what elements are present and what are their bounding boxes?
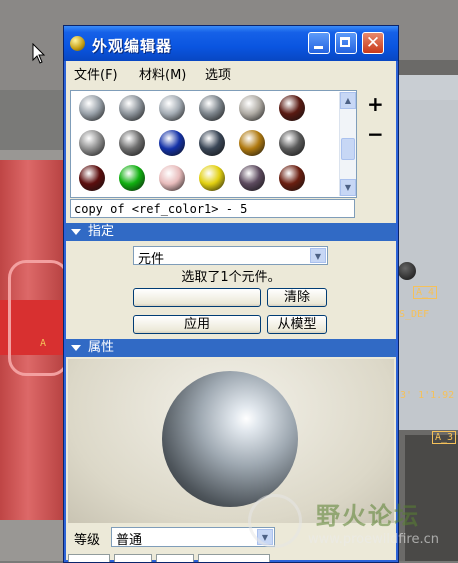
cad-label-a4: A_4 — [413, 286, 438, 299]
assign-section-header[interactable]: 指定 — [66, 223, 396, 241]
collapse-triangle-icon — [71, 345, 81, 351]
menu-bar: 文件(F) 材料(M) 选项 — [68, 62, 394, 84]
appearance-swatch[interactable] — [159, 95, 185, 121]
app-icon — [70, 36, 85, 51]
mouse-cursor-icon — [32, 43, 46, 64]
grade-value: 普通 — [116, 533, 143, 548]
watermark-brand: 野火论坛 — [316, 502, 420, 530]
appearance-swatch[interactable] — [79, 165, 105, 191]
appearance-swatch[interactable] — [119, 165, 145, 191]
close-button[interactable]: ✕ — [362, 32, 384, 54]
watermark-logo-icon — [248, 494, 302, 548]
scroll-thumb[interactable] — [341, 138, 355, 160]
cad-dim-1: 3' 1'1.92 — [400, 390, 455, 401]
properties-section-title: 属性 — [88, 340, 115, 355]
cad-label-a: A — [40, 338, 47, 349]
chevron-down-icon[interactable]: ▼ — [310, 248, 326, 263]
maximize-button[interactable] — [335, 32, 357, 54]
from-model-button[interactable]: 从模型 — [267, 315, 327, 334]
remove-appearance-button[interactable]: − — [367, 122, 384, 146]
title-bar[interactable]: 外观编辑器 ✕ — [64, 26, 398, 61]
preview-sphere — [162, 371, 298, 507]
appearance-palette: ▲ ▼ — [70, 90, 357, 198]
watermark-url: www.proewildfire.cn — [308, 532, 439, 547]
model-top-face — [397, 75, 458, 100]
menu-file[interactable]: 文件(F) — [74, 64, 118, 83]
datum-point[interactable] — [398, 262, 416, 280]
appearance-swatch[interactable] — [159, 130, 185, 156]
menu-material[interactable]: 材料(M) — [139, 64, 186, 83]
maximize-icon — [340, 37, 350, 47]
part-edge-outline — [8, 260, 69, 376]
add-appearance-button[interactable]: + — [367, 92, 384, 116]
appearance-swatch[interactable] — [199, 165, 225, 191]
clear-button[interactable]: 清除 — [267, 288, 327, 307]
appearance-swatch[interactable] — [279, 95, 305, 121]
collapse-triangle-icon — [71, 229, 81, 235]
assign-section-title: 指定 — [88, 224, 115, 239]
appearance-editor-dialog: 外观编辑器 ✕ 文件(F) 材料(M) 选项 ▲ ▼ + − copy of <… — [63, 25, 399, 563]
appearance-swatch[interactable] — [239, 165, 265, 191]
scroll-up-icon[interactable]: ▲ — [340, 92, 356, 109]
menu-options[interactable]: 选项 — [205, 64, 231, 83]
assign-scope-select[interactable]: 元件 ▼ — [133, 246, 328, 267]
grade-label: 等级 — [74, 533, 101, 548]
minimize-button[interactable] — [308, 32, 330, 54]
palette-scrollbar[interactable]: ▲ ▼ — [339, 92, 356, 196]
appearance-swatch[interactable] — [119, 95, 145, 121]
cad-label-def: S_DEF — [399, 309, 430, 320]
appearance-swatch[interactable] — [239, 130, 265, 156]
apply-button[interactable]: 应用 — [133, 315, 261, 334]
appearance-swatch[interactable] — [279, 165, 305, 191]
close-icon: ✕ — [365, 33, 381, 53]
appearance-swatch[interactable] — [239, 95, 265, 121]
appearance-swatch[interactable] — [199, 130, 225, 156]
watermark: 野火论坛 www.proewildfire.cn — [248, 492, 458, 561]
appearance-swatch[interactable] — [79, 130, 105, 156]
appearance-swatch[interactable] — [79, 95, 105, 121]
appearance-swatch[interactable] — [199, 95, 225, 121]
appearance-swatch[interactable] — [119, 130, 145, 156]
selection-status: 选取了1个元件。 — [181, 270, 281, 285]
pick-button[interactable] — [133, 288, 261, 307]
minimize-icon — [314, 46, 323, 49]
assign-scope-value: 元件 — [138, 252, 165, 267]
appearance-swatch[interactable] — [279, 130, 305, 156]
window-title: 外观编辑器 — [92, 37, 173, 55]
appearance-swatch[interactable] — [159, 165, 185, 191]
cad-label-a3: A_3 — [432, 431, 457, 444]
properties-section-header[interactable]: 属性 — [66, 339, 396, 357]
scroll-down-icon[interactable]: ▼ — [340, 179, 356, 196]
appearance-name-field[interactable]: copy of <ref_color1> - 5 — [70, 199, 355, 218]
